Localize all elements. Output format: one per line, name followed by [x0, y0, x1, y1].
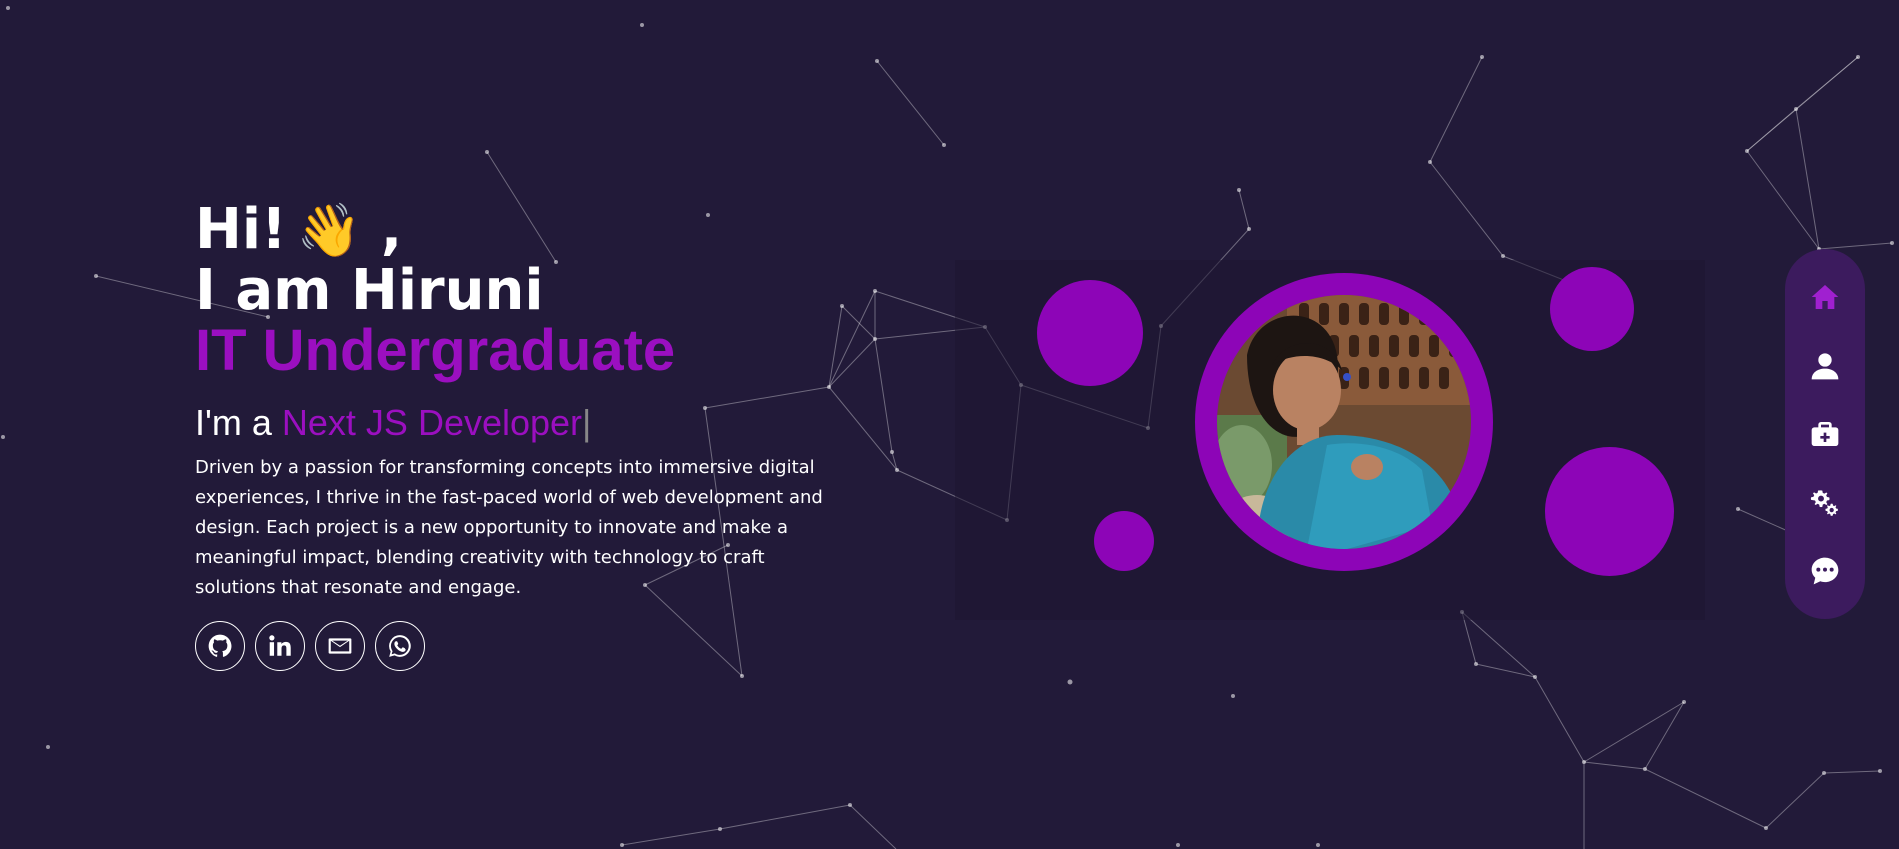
profile-photo-image — [1217, 295, 1471, 549]
waving-hand-emoji: 👋 — [296, 201, 362, 261]
decorative-blob — [1037, 280, 1143, 386]
nav-home[interactable] — [1805, 277, 1845, 317]
user-icon — [1811, 352, 1839, 379]
profile-photo — [1217, 295, 1471, 549]
name-heading: I am Hiruni — [195, 258, 544, 323]
chat-icon — [1811, 557, 1839, 585]
profile-photo-ring — [1195, 273, 1493, 571]
decorative-blob — [1094, 511, 1154, 571]
typing-role: Next JS Developer — [281, 402, 583, 443]
nav-skills[interactable] — [1805, 483, 1845, 523]
linkedin-link[interactable] — [255, 621, 305, 671]
nav-contact[interactable] — [1805, 551, 1845, 591]
greeting-heading: Hi! 👋 , — [195, 197, 855, 262]
whatsapp-icon — [389, 635, 411, 657]
nav-projects[interactable] — [1805, 414, 1845, 454]
decorative-blob — [1550, 267, 1634, 351]
role-heading: IT Undergraduate — [195, 318, 676, 383]
briefcase-icon — [1811, 422, 1839, 446]
social-links — [195, 621, 855, 671]
typing-line: I'm a Next JS Developer| — [195, 401, 855, 445]
mail-icon — [328, 638, 352, 654]
whatsapp-link[interactable] — [375, 621, 425, 671]
hero-section: Hi! 👋 , I am Hiruni IT Undergraduate I'm … — [195, 200, 855, 671]
greeting-suffix: , — [380, 197, 403, 262]
github-icon — [208, 634, 232, 657]
hero-description: Driven by a passion for transforming con… — [195, 457, 823, 598]
github-link[interactable] — [195, 621, 245, 671]
greeting-text: Hi! — [195, 197, 287, 262]
email-link[interactable] — [315, 621, 365, 671]
side-nav — [1785, 249, 1865, 619]
home-icon — [1811, 285, 1839, 309]
linkedin-icon — [269, 635, 291, 656]
gears-icon — [1810, 489, 1838, 516]
typing-prefix: I'm a — [195, 402, 272, 443]
typing-cursor: | — [582, 402, 592, 443]
decorative-blob — [1545, 447, 1674, 576]
page: Hi! 👋 , I am Hiruni IT Undergraduate I'm … — [0, 0, 1899, 849]
nav-about[interactable] — [1805, 346, 1845, 386]
